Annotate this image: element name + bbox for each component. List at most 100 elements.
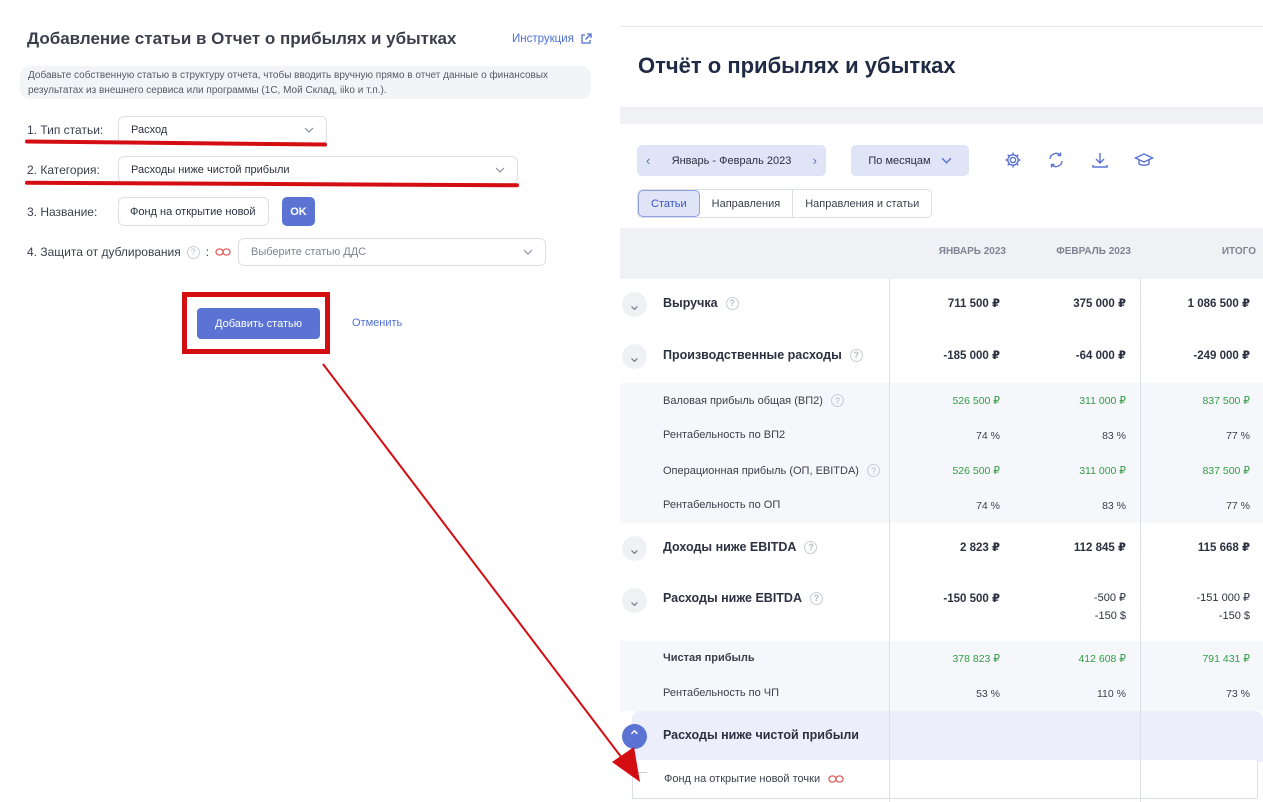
row-label: Чистая прибыль xyxy=(663,652,755,664)
help-icon[interactable]: ? xyxy=(810,591,823,605)
tab-directions[interactable]: Направления xyxy=(700,190,794,217)
cell-jan: 526 500 ₽ xyxy=(952,395,1000,407)
grouping-select[interactable]: По месяцам xyxy=(851,145,969,176)
table-row: Рентабельность по ВП2 74 % 83 % 77 % xyxy=(620,418,1263,453)
table-row-expanded[interactable]: ⌃ Расходы ниже чистой прибыли xyxy=(622,711,1263,762)
instruction-link[interactable]: Инструкция xyxy=(512,33,592,45)
cell-jan: 74 % xyxy=(976,430,1000,442)
help-icon[interactable]: ? xyxy=(725,296,739,310)
row-name: Валовая прибыль общая (ВП2)? xyxy=(663,394,844,407)
table-row[interactable]: ⌄ Расходы ниже EBITDA? -150 500 ₽ -500 ₽… xyxy=(620,575,1263,641)
column-divider xyxy=(1140,279,1141,802)
cell-feb: 112 845 ₽ xyxy=(1073,542,1126,554)
row-name: Рентабельность по ВП2 xyxy=(663,429,785,441)
cell-feb: 110 % xyxy=(1097,688,1126,700)
cancel-button[interactable]: Отменить xyxy=(352,317,402,329)
pnl-report: Отчёт о прибылях и убытках ‹ Январь - Фе… xyxy=(620,26,1263,802)
cell-total-usd: -150 $ xyxy=(1218,610,1250,622)
dup-label: 4. Защита от дублирования xyxy=(27,245,181,259)
cell-total: 77 % xyxy=(1226,430,1250,442)
table-row: Рентабельность по ОП 74 % 83 % 77 % xyxy=(620,488,1263,523)
column-header-feb: ФЕВРАЛЬ 2023 xyxy=(1056,246,1131,257)
cell-total: 837 500 ₽ xyxy=(1202,465,1250,477)
cell-total: 73 % xyxy=(1226,688,1250,700)
cell-feb: 311 000 ₽ xyxy=(1079,395,1126,407)
link-icon xyxy=(828,775,844,783)
cell-jan: 74 % xyxy=(976,500,1000,512)
help-icon[interactable]: ? xyxy=(804,540,818,554)
cell-jan: 526 500 ₽ xyxy=(952,465,1000,477)
table-row: Валовая прибыль общая (ВП2)? 526 500 ₽ 3… xyxy=(620,383,1263,418)
category-label: 2. Категория: xyxy=(27,163,100,177)
period-selector[interactable]: ‹ Январь - Февраль 2023 › xyxy=(637,145,826,176)
help-icon[interactable]: ? xyxy=(186,245,200,259)
cell-jan: 2 823 ₽ xyxy=(960,542,1000,554)
chevron-down-icon[interactable]: ⌄ xyxy=(622,292,647,317)
period-label: Январь - Февраль 2023 xyxy=(671,154,792,167)
table-row[interactable]: ⌄ Доходы ниже EBITDA? 2 823 ₽ 112 845 ₽ … xyxy=(620,523,1263,575)
help-icon[interactable]: ? xyxy=(830,394,844,407)
colon: : xyxy=(205,245,210,259)
help-icon[interactable]: ? xyxy=(849,348,863,362)
chevron-right-icon[interactable]: › xyxy=(813,153,817,168)
chevron-down-icon xyxy=(523,249,533,255)
row-label: Рентабельность по ОП xyxy=(663,499,781,511)
row-label: Расходы ниже чистой прибыли xyxy=(663,728,859,742)
row-name: Производственные расходы? xyxy=(663,348,863,362)
table-row: Операционная прибыль (ОП, EBITDA)? 526 5… xyxy=(620,453,1263,488)
category-select[interactable]: Расходы ниже чистой прибыли xyxy=(118,156,518,184)
new-item-row[interactable]: Фонд на открытие новой точки xyxy=(632,760,1258,799)
table-row[interactable]: ⌄ Производственные расходы? -185 000 ₽ -… xyxy=(620,331,1263,383)
divider xyxy=(620,107,1263,124)
cell-feb: -64 000 ₽ xyxy=(1075,350,1126,362)
chevron-down-icon xyxy=(304,127,314,133)
cell-feb: 412 608 ₽ xyxy=(1078,653,1126,665)
type-value: Расход xyxy=(131,124,168,136)
cell-total: -249 000 ₽ xyxy=(1193,350,1250,362)
row-label: Валовая прибыль общая (ВП2) xyxy=(663,394,823,407)
column-header-jan: ЯНВАРЬ 2023 xyxy=(938,246,1006,257)
row-name: Операционная прибыль (ОП, EBITDA)? xyxy=(663,464,880,477)
cell-jan: -150 500 ₽ xyxy=(943,593,1000,605)
dds-placeholder: Выберите статью ДДС xyxy=(251,246,367,258)
cell-feb: 375 000 ₽ xyxy=(1073,298,1126,310)
add-item-button[interactable]: Добавить статью xyxy=(197,308,320,339)
gear-icon[interactable] xyxy=(1003,150,1023,170)
grouping-label: По месяцам xyxy=(868,154,931,167)
row-name: Фонд на открытие новой точки xyxy=(664,773,844,785)
chevron-down-icon[interactable]: ⌄ xyxy=(622,344,647,369)
help-icon[interactable]: ? xyxy=(866,464,880,477)
cell-total: 1 086 500 ₽ xyxy=(1187,298,1250,310)
name-input[interactable]: Фонд на открытие новой xyxy=(118,197,269,226)
ok-button[interactable]: OK xyxy=(282,197,315,226)
cell-total: 115 668 ₽ xyxy=(1197,542,1250,554)
cell-feb: -500 ₽ xyxy=(1093,592,1126,604)
tree-connector xyxy=(633,772,647,773)
table-row: Рентабельность по ЧП 53 % 110 % 73 % xyxy=(620,676,1263,711)
tab-items[interactable]: Статьи xyxy=(638,190,700,217)
dup-row: 4. Защита от дублирования ? : xyxy=(27,245,231,259)
cell-jan: 53 % xyxy=(976,688,1000,700)
row-name: Выручка? xyxy=(663,296,739,310)
chevron-down-icon[interactable]: ⌄ xyxy=(622,536,647,561)
type-label: 1. Тип статьи: xyxy=(27,123,104,137)
graduation-cap-icon[interactable] xyxy=(1134,150,1154,170)
cell-total: 77 % xyxy=(1226,500,1250,512)
chevron-down-icon[interactable]: ⌄ xyxy=(622,588,647,613)
panel-title: Добавление статьи в Отчет о прибылях и у… xyxy=(27,29,457,48)
cell-feb: 83 % xyxy=(1102,430,1126,442)
chevron-up-icon[interactable]: ⌃ xyxy=(622,724,647,749)
tab-directions-items[interactable]: Направления и статьи xyxy=(793,190,931,217)
add-item-panel: Добавление статьи в Отчет о прибылях и у… xyxy=(0,0,610,802)
chevron-left-icon[interactable]: ‹ xyxy=(646,153,650,168)
cell-feb: 311 000 ₽ xyxy=(1079,465,1126,477)
row-label: Производственные расходы xyxy=(663,348,842,362)
row-label: Рентабельность по ВП2 xyxy=(663,429,786,441)
cell-jan: -185 000 ₽ xyxy=(943,350,1000,362)
refresh-icon[interactable] xyxy=(1046,150,1066,170)
dds-select[interactable]: Выберите статью ДДС xyxy=(238,238,546,266)
table-row[interactable]: ⌄ Выручка? 711 500 ₽ 375 000 ₽ 1 086 500… xyxy=(620,279,1263,331)
download-icon[interactable] xyxy=(1090,150,1110,170)
category-value: Расходы ниже чистой прибыли xyxy=(131,164,290,176)
row-label: Доходы ниже EBITDA xyxy=(663,540,797,554)
